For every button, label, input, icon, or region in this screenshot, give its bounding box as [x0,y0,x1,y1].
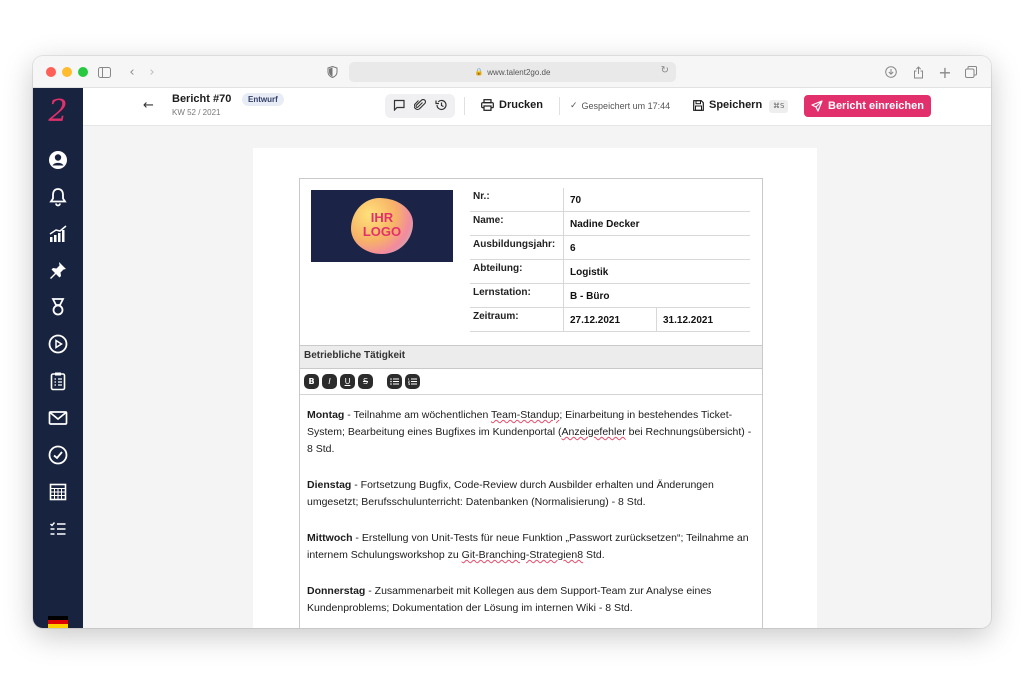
divider [464,97,465,115]
meta-value-department[interactable]: Logistik [563,260,750,284]
back-arrow-icon[interactable]: ← [143,98,154,113]
meta-value-period-start[interactable]: 27.12.2021 [563,308,656,332]
comment-icon[interactable] [393,99,405,114]
entry-wednesday: Mittwoch - Erstellung von Unit-Tests für… [307,532,749,561]
report-title: Bericht #70 [172,93,232,105]
meta-label: Ausbildungsjahr: [473,239,556,250]
send-icon [811,100,823,112]
url-text: www.talent2go.de [487,67,551,77]
medal-icon[interactable] [46,295,70,319]
section-title: Betriebliche Tätigkeit [300,345,762,369]
german-flag-icon[interactable] [48,616,68,628]
report-meta-table: Nr.: 70 Name: Nadine Decker Ausbildungsj… [470,188,750,332]
window-controls [46,67,88,77]
meta-value-period-end[interactable]: 31.12.2021 [656,308,750,332]
share-icon[interactable] [911,62,925,82]
entry-tuesday: Dienstag - Fortsetzung Bugfix, Code-Revi… [307,479,714,508]
meta-label: Abteilung: [473,263,523,274]
meta-label: Name: [473,215,504,226]
report-document: IHR LOGO Nr.: 70 Name: Nadine Decker Aus… [253,148,817,628]
meta-label: Lernstation: [473,287,531,298]
check-circle-icon[interactable] [46,443,70,467]
attachment-icon[interactable] [413,98,426,114]
entry-thursday: Donnerstag - Zusammenarbeit mit Kollegen… [307,585,712,614]
chevron-left-icon[interactable]: ‹ [126,62,138,82]
browser-window: ‹ › 🔒 www.talent2go.de ↻ + 2 ← Bericht #… [33,56,991,628]
privacy-shield-icon[interactable] [325,62,339,82]
browser-toolbar: ‹ › 🔒 www.talent2go.de ↻ + [33,56,991,88]
submit-label: Bericht einreichen [828,100,924,112]
address-bar[interactable]: 🔒 www.talent2go.de ↻ [349,62,676,82]
divider [559,97,560,115]
meta-value-number[interactable]: 70 [563,188,750,212]
play-icon[interactable] [46,332,70,356]
pin-icon[interactable] [46,258,70,282]
logo-text: IHR LOGO [362,210,402,239]
printer-icon [481,99,494,111]
meta-label: Zeitraum: [473,311,519,322]
report-header: ← Bericht #70 Entwurf KW 52 / 2021 Druck… [83,88,991,126]
save-status: ✓ Gespeichert um 17:44 [570,101,670,111]
download-icon[interactable] [884,62,898,82]
bell-icon[interactable] [46,185,70,209]
chevron-right-icon[interactable]: › [146,62,158,82]
report-form: IHR LOGO Nr.: 70 Name: Nadine Decker Aus… [299,178,763,628]
minimize-window-button[interactable] [62,67,72,77]
meta-row-number: Nr.: 70 [470,188,750,212]
reload-icon[interactable]: ↻ [661,65,669,76]
meta-row-period: Zeitraum: 27.12.2021 31.12.2021 [470,308,750,332]
tool-group [385,94,455,118]
lock-icon: 🔒 [474,69,484,76]
profile-nav-icon[interactable] [46,148,70,172]
close-window-button[interactable] [46,67,56,77]
save-label: Speichern [709,99,763,111]
company-logo-placeholder: IHR LOGO [311,190,453,262]
editor-toolbar: B I U S [300,369,762,395]
save-shortcut: ⌘S [769,100,789,113]
sidebar-toggle-icon[interactable] [96,62,112,82]
entry-monday: Montag - Teilnahme am wöchentlichen Team… [307,409,752,455]
print-button[interactable]: Drucken [481,99,543,111]
mail-icon[interactable] [46,406,70,430]
calendar-icon[interactable] [46,480,70,504]
report-week: KW 52 / 2021 [172,108,221,117]
app-sidebar: 2 [33,88,83,628]
meta-row-name: Name: Nadine Decker [470,212,750,236]
meta-row-department: Abteilung: Logistik [470,260,750,284]
italic-button[interactable]: I [322,374,337,389]
bold-button[interactable]: B [304,374,319,389]
checkmark-icon: ✓ [570,101,578,111]
save-button[interactable]: Speichern [693,99,762,111]
checklist-icon[interactable] [46,517,70,541]
submit-report-button[interactable]: Bericht einreichen [804,95,931,117]
meta-row-station: Lernstation: B - Büro [470,284,750,308]
status-badge: Entwurf [242,93,284,106]
new-tab-icon[interactable]: + [938,62,952,82]
zoom-window-button[interactable] [78,67,88,77]
clipboard-icon[interactable] [46,369,70,393]
meta-row-training-year: Ausbildungsjahr: 6 [470,236,750,260]
activity-text-editor[interactable]: Montag - Teilnahme am wöchentlichen Team… [300,399,762,628]
meta-value-station[interactable]: B - Büro [563,284,750,308]
print-label: Drucken [499,99,544,111]
app-logo[interactable]: 2 [46,95,70,129]
meta-value-name[interactable]: Nadine Decker [563,212,750,236]
meta-label: Nr.: [473,191,490,202]
floppy-disk-icon [693,99,704,111]
meta-value-training-year[interactable]: 6 [563,236,750,260]
save-status-text: Gespeichert um 17:44 [581,101,671,111]
strikethrough-button[interactable]: S [358,374,373,389]
tab-overview-icon[interactable] [964,62,978,82]
chart-icon[interactable] [46,222,70,246]
numbered-list-icon[interactable] [405,374,420,389]
history-icon[interactable] [435,99,447,114]
underline-button[interactable]: U [340,374,355,389]
bulleted-list-icon[interactable] [387,374,402,389]
